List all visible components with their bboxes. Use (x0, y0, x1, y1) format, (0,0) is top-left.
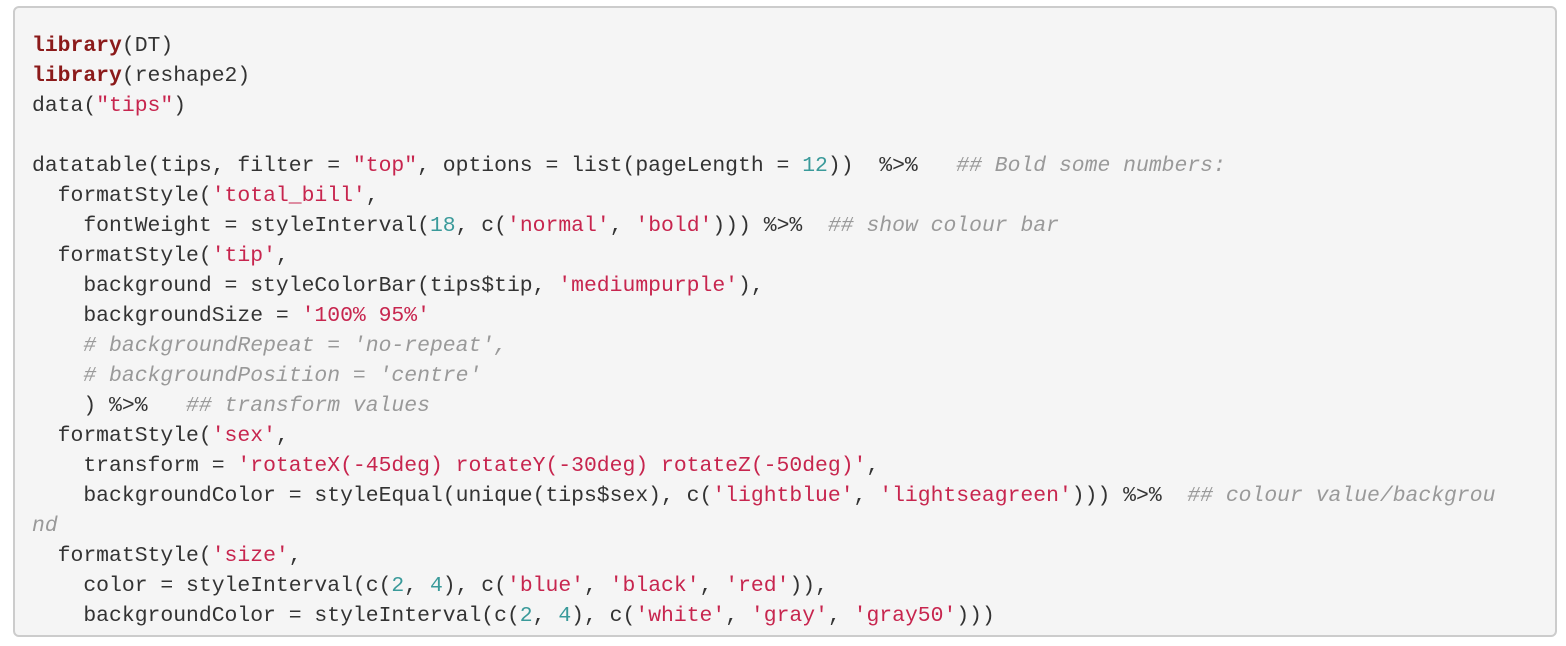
code-text: ))) %>% (712, 214, 828, 238)
code-text: , options = list(pageLength = (417, 154, 803, 178)
code-text: fontWeight = styleInterval( (32, 214, 430, 238)
code-text: , (827, 604, 854, 628)
code-text: datatable(tips, filter = (32, 154, 353, 178)
code-number: 4 (558, 604, 572, 628)
code-keyword: library (32, 34, 122, 58)
code-line: backgroundColor = styleInterval(c(2, 4),… (32, 601, 1555, 631)
code-number: 12 (802, 154, 828, 178)
code-text: ))) (956, 604, 995, 628)
code-string: 'gray' (750, 604, 828, 628)
code-string: "top" (352, 154, 418, 178)
code-line: data("tips") (32, 91, 1555, 121)
code-string: 'rotateX(-45deg) rotateY(-30deg) rotateZ… (237, 454, 867, 478)
code-comment: ## Bold some numbers: (956, 154, 1226, 178)
code-text: , (365, 184, 379, 208)
code-text: , (275, 424, 289, 448)
code-text: , (275, 244, 289, 268)
code-text: backgroundColor = styleEqual(unique(tips… (32, 484, 713, 508)
code-number: 2 (391, 574, 405, 598)
code-text: transform = (32, 454, 238, 478)
code-line: backgroundSize = '100% 95%' (32, 301, 1555, 331)
code-keyword: library (32, 64, 122, 88)
code-text: ), c( (571, 604, 636, 628)
code-line: library(DT) (32, 31, 1555, 61)
code-text: color = styleInterval(c( (32, 574, 392, 598)
code-lines: library(DT) library(reshape2) data("tips")… (32, 31, 1555, 631)
code-line: ) %>% ## transform values (32, 391, 1555, 421)
code-number: 2 (519, 604, 533, 628)
code-text: formatStyle( (32, 544, 212, 568)
code-line: formatStyle('tip', (32, 241, 1555, 271)
code-text: , (404, 574, 430, 598)
code-string: 'gray50' (853, 604, 957, 628)
code-string: 'red' (725, 574, 790, 598)
code-string: 'bold' (635, 214, 713, 238)
code-number: 4 (429, 574, 443, 598)
code-number: 18 (429, 214, 456, 238)
code-line: formatStyle('total_bill', (32, 181, 1555, 211)
code-line: formatStyle('sex', (32, 421, 1555, 451)
code-line: color = styleInterval(c(2, 4), c('blue',… (32, 571, 1555, 601)
code-string: 'total_bill' (211, 184, 366, 208)
code-text: , (853, 484, 880, 508)
code-text: , (584, 574, 610, 598)
code-line: # backgroundPosition = 'centre' (32, 361, 1555, 391)
code-string: 'white' (635, 604, 726, 628)
code-line: # backgroundRepeat = 'no-repeat', (32, 331, 1555, 361)
code-string: 'mediumpurple' (558, 274, 739, 298)
code-text: background = styleColorBar(tips$tip, (32, 274, 559, 298)
code-string: 'lightblue' (712, 484, 854, 508)
code-text: ), (738, 274, 764, 298)
code-string: 'black' (609, 574, 700, 598)
code-string: "tips" (96, 94, 174, 118)
code-comment: ## show colour bar (827, 214, 1059, 238)
code-string: 'normal' (506, 214, 610, 238)
code-line: backgroundColor = styleEqual(unique(tips… (32, 481, 1555, 511)
code-comment: ## transform values (186, 394, 430, 418)
code-text: formatStyle( (32, 184, 212, 208)
code-block: library(DT) library(reshape2) data("tips")… (13, 6, 1557, 637)
code-text: , (532, 604, 559, 628)
code-comment: ## colour value/backgrou (1187, 484, 1496, 508)
code-string: 'lightseagreen' (879, 484, 1072, 508)
code-text: ) (173, 94, 187, 118)
code-comment: nd (32, 514, 58, 538)
code-text: data( (32, 94, 97, 118)
code-text: )) %>% (827, 154, 957, 178)
code-line: datatable(tips, filter = "top", options … (32, 151, 1555, 181)
code-text: ), c( (442, 574, 507, 598)
code-text: , (609, 214, 636, 238)
code-text: , (699, 574, 726, 598)
code-string: '100% 95%' (301, 304, 430, 328)
code-line: library(reshape2) (32, 61, 1555, 91)
code-line: transform = 'rotateX(-45deg) rotateY(-30… (32, 451, 1555, 481)
code-comment: # backgroundPosition = 'centre' (83, 364, 482, 388)
code-text: (reshape2) (121, 64, 251, 88)
code-text: , (288, 544, 302, 568)
code-string: 'blue' (506, 574, 585, 598)
code-text: )), (789, 574, 828, 598)
code-text: (DT) (121, 34, 174, 58)
code-text: backgroundColor = styleInterval(c( (32, 604, 520, 628)
code-line: formatStyle('size', (32, 541, 1555, 571)
code-line: fontWeight = styleInterval(18, c('normal… (32, 211, 1555, 241)
code-text: formatStyle( (32, 424, 212, 448)
code-text: , (866, 454, 880, 478)
code-string: 'sex' (211, 424, 276, 448)
code-text: ))) %>% (1071, 484, 1188, 508)
code-string: 'size' (211, 544, 289, 568)
code-text: backgroundSize = (32, 304, 302, 328)
code-comment: # backgroundRepeat = 'no-repeat', (83, 334, 507, 358)
code-text: formatStyle( (32, 244, 212, 268)
code-line: background = styleColorBar(tips$tip, 'me… (32, 271, 1555, 301)
code-text: , (725, 604, 751, 628)
code-text: , c( (455, 214, 507, 238)
code-text: ) %>% (32, 394, 187, 418)
code-line: nd (32, 511, 1555, 541)
code-string: 'tip' (211, 244, 276, 268)
